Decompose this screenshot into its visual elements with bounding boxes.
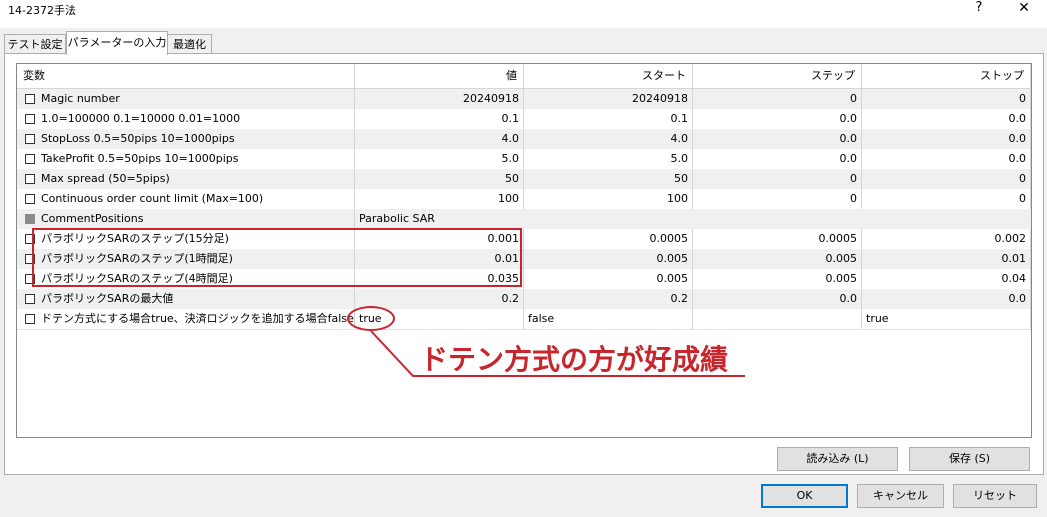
load-button[interactable]: 読み込み (L) (777, 447, 898, 471)
tab-parameters[interactable]: パラメーターの入力 (66, 31, 168, 55)
save-button[interactable]: 保存 (S) (909, 447, 1030, 471)
callout-leader-line (370, 330, 745, 377)
reset-button[interactable]: リセット (953, 484, 1037, 508)
callout-text: ドテン方式の方が好成績 (420, 343, 729, 376)
cancel-button[interactable]: キャンセル (857, 484, 944, 508)
ok-button[interactable]: OK (761, 484, 848, 508)
